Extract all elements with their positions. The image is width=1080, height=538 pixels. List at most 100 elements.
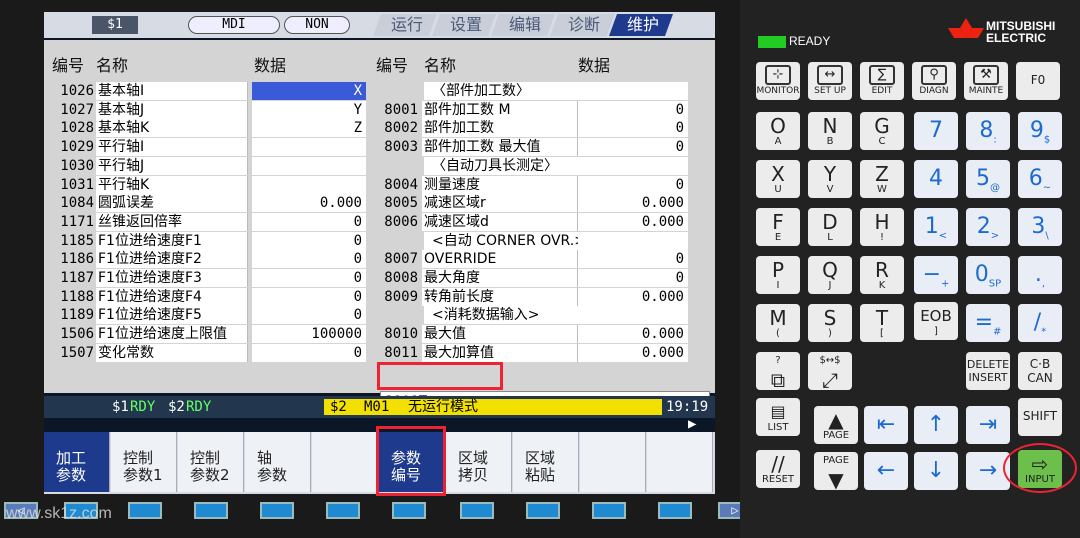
menu-key-2[interactable] bbox=[128, 502, 162, 519]
page-down-key[interactable]: PAGE ▼ bbox=[814, 452, 858, 491]
menu-key-3[interactable] bbox=[194, 502, 228, 519]
menu-key-10[interactable] bbox=[658, 502, 692, 519]
key-num-1-1[interactable]: 5@ bbox=[966, 160, 1010, 198]
fkey-f0[interactable]: F0 bbox=[1016, 62, 1060, 100]
left-param-value[interactable] bbox=[252, 138, 366, 157]
key-n[interactable]: NB bbox=[808, 112, 852, 150]
tab-diagnosis[interactable]: 诊断 bbox=[547, 14, 615, 36]
key-q[interactable]: QJ bbox=[808, 256, 852, 294]
reset-key[interactable]: //RESET bbox=[756, 450, 800, 488]
key-num-0-2[interactable]: 9$ bbox=[1018, 112, 1062, 150]
shift-key[interactable]: SHIFT bbox=[1018, 398, 1062, 436]
left-param-value[interactable]: Y bbox=[252, 100, 366, 119]
key-num-1-2[interactable]: 6~ bbox=[1018, 160, 1062, 198]
list-key[interactable]: ▤ LIST bbox=[756, 398, 800, 436]
fkey-edit[interactable]: ∑ EDIT bbox=[860, 62, 904, 100]
left-param-value[interactable] bbox=[252, 175, 366, 194]
key-num-2-2[interactable]: 3\ bbox=[1018, 208, 1062, 246]
key-g[interactable]: GC bbox=[860, 112, 904, 150]
home-key[interactable]: ⇤ bbox=[864, 406, 908, 444]
key-num-3-2[interactable]: ., bbox=[1018, 256, 1062, 294]
fkey-mainte[interactable]: ⚒ MAINTE bbox=[964, 62, 1008, 100]
key-num-1-0[interactable]: 4 bbox=[914, 160, 958, 198]
cursor-down-key[interactable]: ↓ bbox=[914, 452, 958, 490]
left-param-value[interactable]: 0 bbox=[252, 250, 366, 269]
tab-run[interactable]: 运行 bbox=[369, 14, 438, 36]
eob-key[interactable]: EOB] bbox=[914, 302, 958, 340]
right-param-value[interactable]: 0.000 bbox=[578, 287, 688, 306]
left-param-value[interactable]: 0.000 bbox=[252, 194, 366, 213]
right-param-value[interactable]: 0 bbox=[578, 250, 688, 269]
softkey-7[interactable]: 区域 拷贝 bbox=[446, 432, 512, 492]
key-t[interactable]: T[ bbox=[860, 304, 904, 342]
left-param-value[interactable]: Z bbox=[252, 119, 366, 138]
left-param-value[interactable]: 0 bbox=[252, 306, 366, 325]
cursor-left-key[interactable]: ← bbox=[864, 452, 908, 490]
left-param-value[interactable]: X bbox=[252, 82, 366, 100]
key-x[interactable]: XU bbox=[756, 160, 800, 198]
right-param-value[interactable]: 0 bbox=[578, 138, 688, 157]
menu-key-5[interactable] bbox=[326, 502, 360, 519]
menu-key-6[interactable] bbox=[392, 502, 426, 519]
fkey-set-up[interactable]: ↔ SET UP bbox=[808, 62, 852, 100]
key-h[interactable]: H! bbox=[860, 208, 904, 246]
end-key[interactable]: ⇥ bbox=[966, 406, 1010, 444]
key-z[interactable]: ZW bbox=[860, 160, 904, 198]
key-d[interactable]: DL bbox=[808, 208, 852, 246]
softkey-2[interactable]: 控制 参数1 bbox=[111, 432, 177, 492]
tab-maintenance[interactable]: 维护 bbox=[606, 14, 674, 36]
delete-insert-key[interactable]: DELETE INSERT bbox=[966, 352, 1010, 390]
softkey-4[interactable]: 轴 参数 bbox=[245, 432, 311, 492]
softkey-1[interactable]: 加工 参数 bbox=[44, 432, 110, 492]
key-num-4-1[interactable]: /* bbox=[1018, 304, 1062, 342]
tab-setup[interactable]: 设置 bbox=[429, 14, 497, 36]
key-num-0-1[interactable]: 8: bbox=[966, 112, 1010, 150]
right-param-value[interactable]: 0 bbox=[578, 100, 688, 119]
key-s[interactable]: S) bbox=[808, 304, 852, 342]
window-switch-key[interactable]: ? ⧉ bbox=[756, 352, 800, 391]
cursor-jump-key[interactable]: $↔$ ⤢ bbox=[808, 352, 852, 391]
cursor-up-key[interactable]: ↑ bbox=[914, 406, 958, 444]
fkey-diagn[interactable]: ⚲ DIAGN bbox=[912, 62, 956, 100]
key-num-2-0[interactable]: 1< bbox=[914, 208, 958, 246]
key-num-3-1[interactable]: 0SP bbox=[966, 256, 1010, 294]
left-param-value[interactable]: 0 bbox=[252, 287, 366, 306]
menu-key-4[interactable] bbox=[260, 502, 294, 519]
key-num-0-0[interactable]: 7 bbox=[914, 112, 958, 150]
fkey-monitor[interactable]: ⊹ MONITOR bbox=[756, 62, 800, 100]
cb-can-key[interactable]: C·B CAN bbox=[1018, 352, 1062, 390]
left-param-value[interactable]: 0 bbox=[252, 231, 366, 250]
key-r[interactable]: RK bbox=[860, 256, 904, 294]
page-up-key[interactable]: ▲ PAGE bbox=[814, 406, 858, 444]
key-num-2-1[interactable]: 2> bbox=[966, 208, 1010, 246]
key-m[interactable]: M( bbox=[756, 304, 800, 342]
left-param-value[interactable]: 0 bbox=[252, 343, 366, 362]
softkey-9[interactable] bbox=[580, 432, 646, 492]
key-p[interactable]: PI bbox=[756, 256, 800, 294]
left-param-value[interactable]: 0 bbox=[252, 212, 366, 231]
softkey-3[interactable]: 控制 参数2 bbox=[178, 432, 244, 492]
key-o[interactable]: OA bbox=[756, 112, 800, 150]
right-param-value[interactable]: 0 bbox=[578, 175, 688, 194]
right-param-value[interactable]: 0.000 bbox=[578, 212, 688, 231]
menu-key-7[interactable] bbox=[460, 502, 494, 519]
left-param-value[interactable] bbox=[252, 156, 366, 175]
menu-key-9[interactable] bbox=[592, 502, 626, 519]
softkey-10[interactable] bbox=[647, 432, 713, 492]
key-y[interactable]: YV bbox=[808, 160, 852, 198]
right-param-value[interactable]: 0 bbox=[578, 269, 688, 287]
next-page-icon[interactable]: ▶ bbox=[688, 416, 696, 432]
softkey-5[interactable] bbox=[312, 432, 378, 492]
left-param-value[interactable]: 100000 bbox=[252, 325, 366, 344]
right-param-value[interactable]: 0 bbox=[578, 119, 688, 138]
key-f[interactable]: FE bbox=[756, 208, 800, 246]
left-param-value[interactable]: 0 bbox=[252, 269, 366, 287]
right-param-value[interactable]: 0.000 bbox=[578, 194, 688, 213]
key-num-3-0[interactable]: −+ bbox=[914, 256, 958, 294]
right-param-value[interactable]: 0.000 bbox=[578, 325, 688, 344]
tab-edit[interactable]: 编辑 bbox=[488, 14, 556, 36]
menu-key-8[interactable] bbox=[526, 502, 560, 519]
softkey-8[interactable]: 区域 粘贴 bbox=[513, 432, 579, 492]
key-num-4-0[interactable]: =# bbox=[966, 304, 1010, 342]
right-param-value[interactable]: 0.000 bbox=[578, 343, 688, 362]
